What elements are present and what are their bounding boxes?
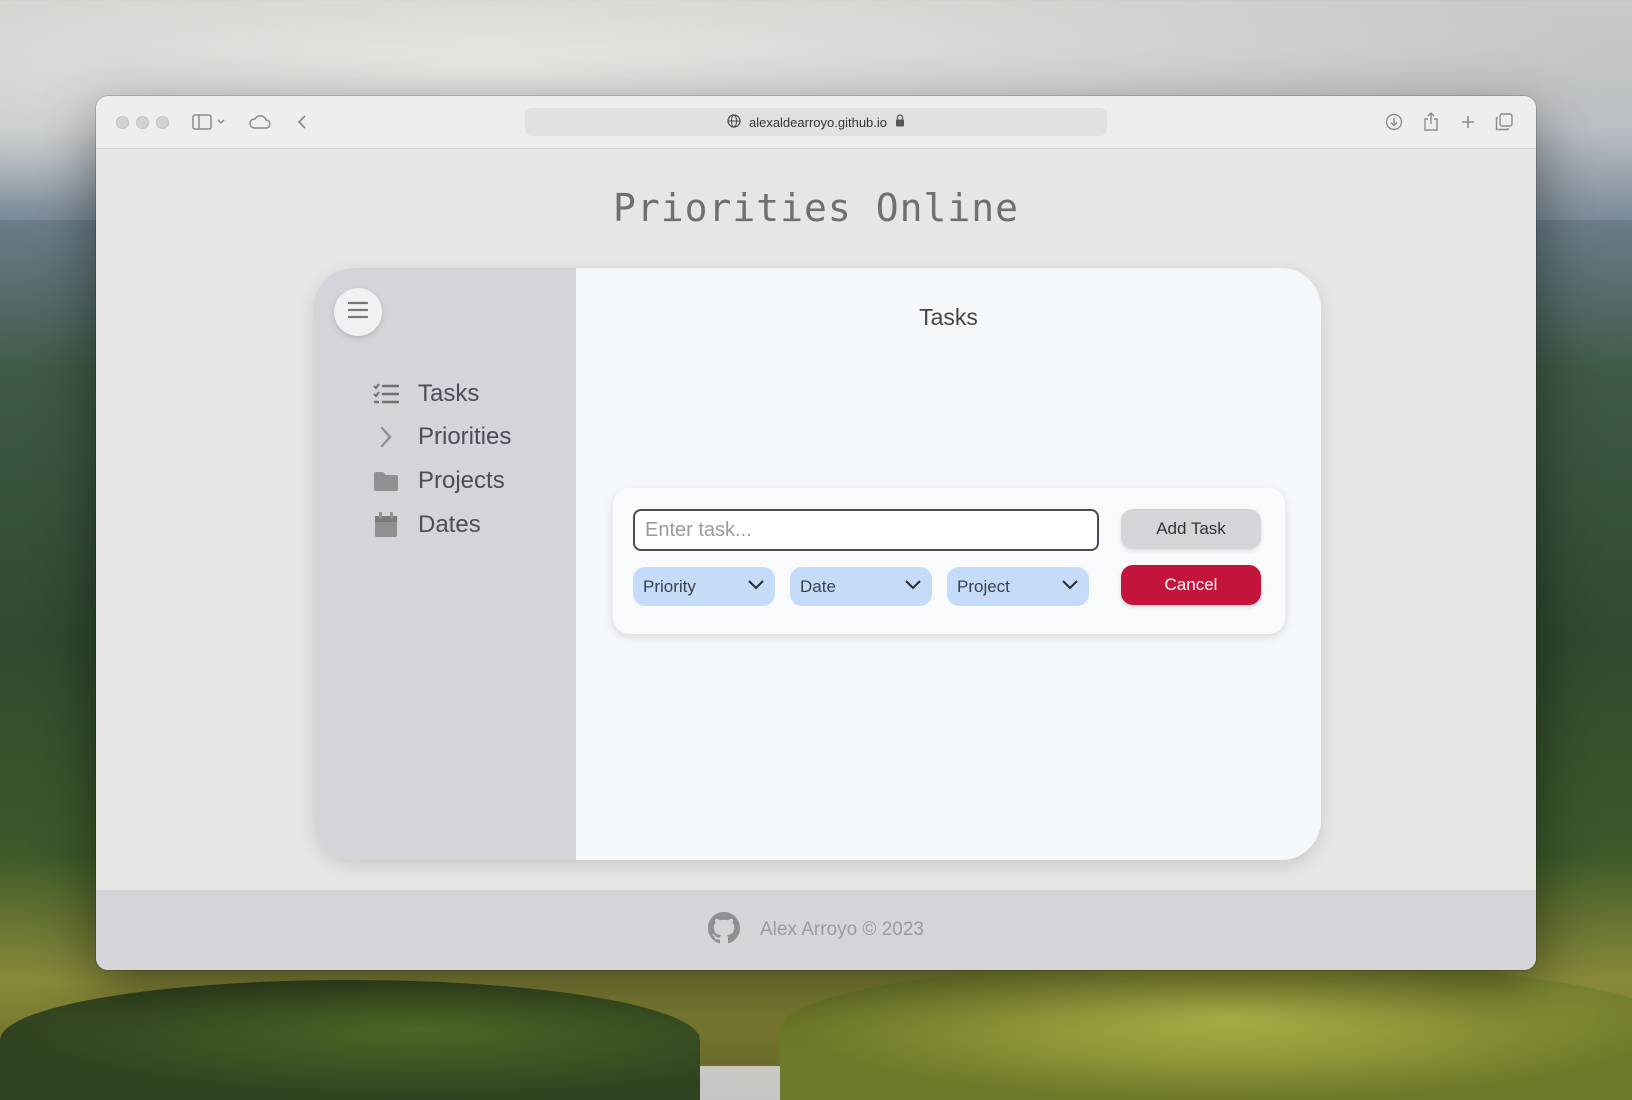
folder-icon (372, 467, 400, 495)
add-task-button[interactable]: Add Task (1121, 509, 1261, 549)
chevron-down-icon (747, 578, 765, 596)
sidebar-item-label: Tasks (418, 380, 480, 407)
browser-window: alexaldearroyo.github.io Priorities Onli… (96, 96, 1536, 970)
sidebar-item-dates[interactable]: Dates (372, 507, 481, 543)
date-select-label: Date (800, 576, 836, 596)
section-title: Tasks (919, 304, 978, 330)
tab-overview-icon[interactable] (1492, 110, 1516, 134)
cloud-icon[interactable] (248, 110, 272, 134)
priority-select[interactable]: Priority (633, 567, 775, 606)
chevron-down-icon[interactable] (214, 110, 228, 134)
background-hill-left (0, 980, 700, 1100)
chevron-down-icon (904, 578, 922, 596)
sidebar-item-label: Priorities (418, 423, 512, 450)
back-icon[interactable] (290, 110, 314, 134)
globe-icon (727, 113, 741, 131)
github-icon[interactable] (708, 911, 740, 949)
cancel-button[interactable]: Cancel (1121, 565, 1261, 605)
zoom-window-button[interactable] (156, 116, 169, 129)
close-window-button[interactable] (116, 116, 129, 129)
chevron-right-icon (372, 423, 400, 451)
sidebar-toggle-icon[interactable] (190, 110, 214, 134)
chevron-down-icon (1061, 578, 1079, 596)
footer-copyright: Alex Arroyo © 2023 (760, 919, 924, 940)
project-select-label: Project (957, 576, 1010, 596)
date-select[interactable]: Date (790, 567, 932, 606)
share-icon[interactable] (1419, 110, 1443, 134)
calendar-icon (372, 511, 400, 539)
footer: Alex Arroyo © 2023 (96, 890, 1536, 970)
page-title: Priorities Online (613, 186, 1019, 230)
sidebar-item-projects[interactable]: Projects (372, 463, 505, 499)
app-card: Tasks Priorities Projects Dates Tasks En… (314, 268, 1321, 860)
browser-toolbar: alexaldearroyo.github.io (96, 96, 1536, 149)
hamburger-menu-button[interactable] (334, 288, 382, 336)
sidebar-item-tasks[interactable]: Tasks (372, 376, 479, 412)
address-bar[interactable]: alexaldearroyo.github.io (525, 108, 1107, 136)
background-hill-right (780, 960, 1632, 1100)
sidebar-item-priorities[interactable]: Priorities (372, 419, 511, 455)
sidebar-item-label: Projects (418, 467, 505, 494)
main-panel: Tasks Add Task Priority Date (576, 268, 1321, 860)
task-input[interactable] (633, 509, 1099, 551)
hamburger-icon (347, 301, 369, 324)
checklist-icon (372, 380, 400, 408)
add-task-form: Add Task Priority Date Project (613, 488, 1285, 634)
new-tab-icon[interactable] (1456, 110, 1480, 134)
sidebar-item-label: Dates (418, 511, 481, 538)
priority-select-label: Priority (643, 576, 696, 596)
minimize-window-button[interactable] (136, 116, 149, 129)
address-url: alexaldearroyo.github.io (748, 114, 888, 130)
download-icon[interactable] (1382, 110, 1406, 134)
lock-icon (895, 114, 905, 130)
sidebar: Tasks Priorities Projects Dates (314, 268, 576, 860)
project-select[interactable]: Project (947, 567, 1089, 606)
